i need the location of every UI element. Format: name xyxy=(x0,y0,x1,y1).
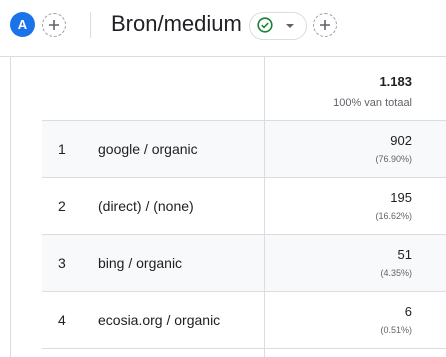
caret-down-icon xyxy=(286,24,294,28)
row-name: ecosia.org / organic xyxy=(98,312,221,328)
table-row[interactable]: 4 ecosia.org / organic 6 (0.51%) xyxy=(42,292,446,349)
table-header: 1.183 100% van totaal xyxy=(42,57,446,121)
segment-avatar[interactable]: A xyxy=(10,12,35,37)
row-index: 3 xyxy=(58,255,66,271)
dimension-dropdown[interactable] xyxy=(249,12,307,40)
row-name: (direct) / (none) xyxy=(98,198,194,214)
toolbar-divider xyxy=(90,12,91,38)
total-value: 1.183 xyxy=(379,74,412,89)
row-percent: (76.90%) xyxy=(375,154,412,164)
row-value: 6 xyxy=(404,304,412,319)
add-dimension-button[interactable] xyxy=(313,13,337,37)
row-percent: (0.51%) xyxy=(380,325,412,335)
dimension-title: Bron/medium xyxy=(111,11,242,36)
row-name: google / organic xyxy=(98,141,198,157)
row-index: 4 xyxy=(58,312,66,328)
table-row[interactable]: 3 bing / organic 51 (4.35%) xyxy=(42,235,446,292)
left-rail-divider xyxy=(10,57,11,357)
row-value: 902 xyxy=(390,133,412,148)
check-circle-icon xyxy=(257,17,273,33)
add-segment-button[interactable] xyxy=(42,13,66,37)
row-percent: (16.62%) xyxy=(375,211,412,221)
plus-icon xyxy=(320,20,330,30)
column-divider xyxy=(264,57,265,357)
row-value: 195 xyxy=(390,190,412,205)
row-name: bing / organic xyxy=(98,255,183,271)
table-row[interactable]: 2 (direct) / (none) 195 (16.62%) xyxy=(42,178,446,235)
row-percent: (4.35%) xyxy=(380,268,412,278)
data-table: 1.183 100% van totaal 1 google / organic… xyxy=(42,57,446,349)
table-row[interactable]: 1 google / organic 902 (76.90%) xyxy=(42,121,446,178)
row-value: 51 xyxy=(397,247,412,262)
plus-icon xyxy=(49,20,59,30)
row-index: 2 xyxy=(58,198,66,214)
total-label: 100% van totaal xyxy=(333,97,412,109)
toolbar: A Bron/medium xyxy=(0,0,446,57)
row-index: 1 xyxy=(58,141,66,157)
avatar-letter: A xyxy=(17,17,28,32)
